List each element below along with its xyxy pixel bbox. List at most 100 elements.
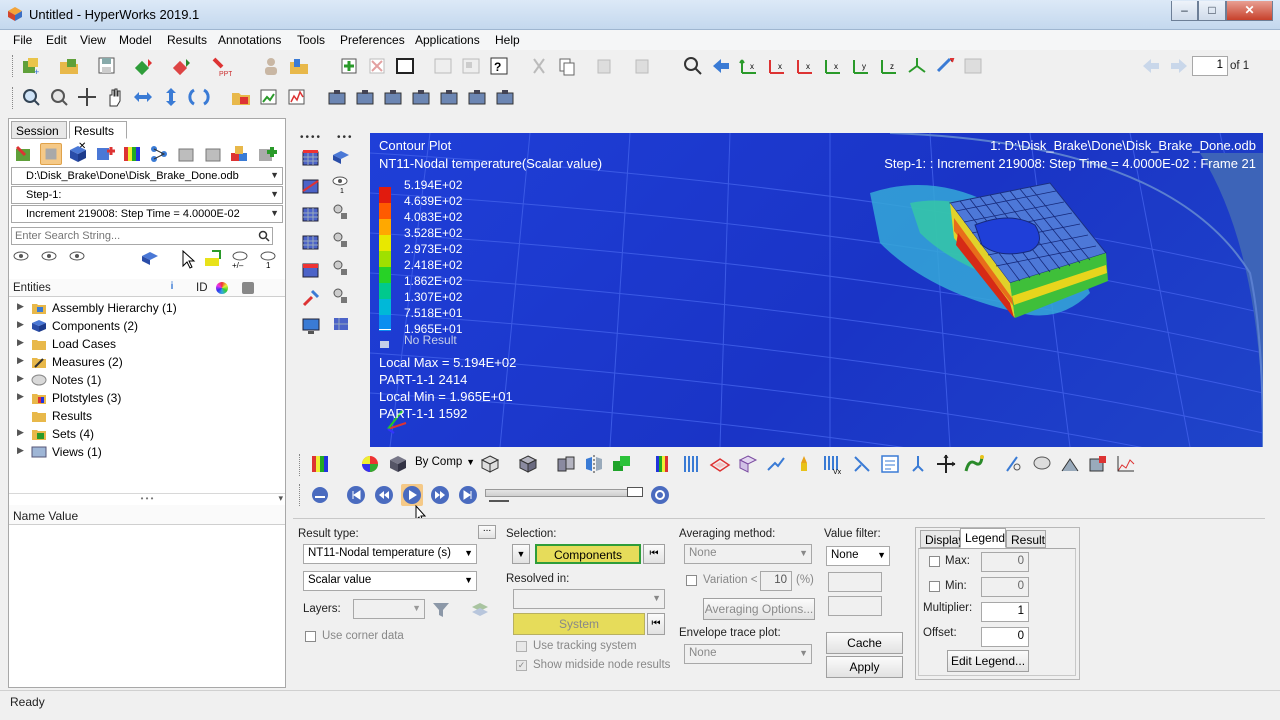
view-xy-bottom-icon[interactable]: x [766,55,788,77]
paste-special-icon[interactable] [632,55,654,77]
find-attached-icon[interactable] [330,201,352,223]
component-select[interactable]: Scalar value ▼ [303,571,477,591]
expand-icon[interactable]: ▶ [17,391,24,402]
tab-legend[interactable]: Legend [960,528,1006,548]
paste-icon[interactable] [594,55,616,77]
menu-file[interactable]: File [13,33,32,47]
variation-input[interactable]: 10 [760,571,792,591]
vector-plot-icon[interactable] [765,453,787,475]
collapse-chevron-icon[interactable]: ▾ [278,493,283,504]
tree-item-plotstyles[interactable]: ▶ Plotstyles (3) [9,389,283,407]
iso-value-icon[interactable]: Vx [821,453,843,475]
zoom-in-icon[interactable] [20,86,42,108]
monitor-icon[interactable] [300,315,322,337]
layers-select[interactable]: ▼ [353,599,425,619]
result-type-select[interactable]: NT11-Nodal temperature (s) ▼ [303,544,477,564]
mesh-block-icon[interactable] [300,147,322,169]
animation-chart-icon[interactable] [1115,453,1137,475]
pan-vertical-icon[interactable] [160,86,182,108]
display-column-icon[interactable] [242,282,254,294]
view-xz-front-icon[interactable]: y [850,55,872,77]
view-yz-left-icon[interactable]: x [794,55,816,77]
export-selection-icon[interactable] [202,248,224,270]
section-view-icon[interactable] [300,259,322,281]
selection-dropdown-button[interactable]: ▼ [512,544,530,564]
expand-icon[interactable]: ▶ [17,301,24,312]
id-column-header[interactable]: ID [196,282,208,294]
menu-results[interactable]: Results [167,33,207,47]
tree-item-sets[interactable]: ▶ Sets (4) [9,425,283,443]
minimize-button[interactable]: – [1171,1,1198,21]
measure-icon[interactable] [935,453,957,475]
apply-button[interactable]: Apply [826,656,903,678]
edit-legend-button[interactable]: Edit Legend... [947,650,1029,672]
colorful-cubes-icon[interactable] [229,143,251,165]
pan-hand-icon[interactable] [104,86,126,108]
component-cube-icon[interactable] [67,143,89,165]
user-icon[interactable] [260,55,282,77]
color-column-icon[interactable] [216,282,228,294]
animation-mode-icon[interactable] [309,484,331,506]
grey-box-icon[interactable] [175,143,197,165]
mesh-cube-icon[interactable] [737,453,759,475]
camera-view-5-icon[interactable] [438,86,460,108]
cut-icon[interactable] [528,55,550,77]
use-corner-data-checkbox[interactable] [305,631,316,642]
expand-icon[interactable]: ▶ [17,373,24,384]
legend-min-checkbox[interactable] [929,581,940,592]
view-xy-top-icon[interactable]: x [738,55,760,77]
wireframe-cube-icon[interactable] [479,453,501,475]
feature-lines-icon[interactable] [555,453,577,475]
previous-view-icon[interactable] [710,55,732,77]
menu-applications[interactable]: Applications [415,33,480,47]
add-green-icon[interactable] [256,143,278,165]
system-reset-icon[interactable]: ⏮ [647,613,665,635]
next-page-icon[interactable] [1168,55,1190,77]
report-icon[interactable] [879,453,901,475]
show-midside-checkbox[interactable]: ✓ [516,660,527,671]
tensor-plot-icon[interactable] [793,453,815,475]
filter-min-input[interactable] [828,572,882,592]
tab-results[interactable]: Results ✕ [69,121,127,152]
query-icon[interactable] [1003,453,1025,475]
plot-icon[interactable] [286,86,308,108]
menu-view[interactable]: View [80,33,106,47]
tab-result[interactable]: Result [1006,530,1046,548]
select-cursor-icon[interactable] [177,248,199,270]
layer-filter-icon[interactable] [430,599,452,621]
search-input[interactable] [12,228,252,244]
entities-header[interactable]: Entities [13,282,51,294]
mirror-icon[interactable] [583,453,605,475]
legend-min-input[interactable]: 0 [981,577,1029,597]
animation-slider-thumb[interactable] [627,487,643,497]
tree-item-views[interactable]: ▶ Views (1) [9,443,283,461]
multiplier-input[interactable]: 1 [981,602,1029,622]
copy-icon[interactable] [556,55,578,77]
color-mode-select[interactable]: By Comp ▼ [411,454,477,474]
new-session-icon[interactable]: + [20,55,42,77]
expand-icon[interactable]: ▶ [17,445,24,456]
expand-icon[interactable]: ▶ [17,337,24,348]
image-capture-icon[interactable] [258,86,280,108]
component-filter-icon[interactable] [139,248,161,270]
value-filter-select[interactable]: None ▼ [826,546,890,566]
search-box[interactable] [11,227,273,245]
camera-view-1-icon[interactable] [326,86,348,108]
tree-item-notes[interactable]: ▶ Notes (1) [9,371,283,389]
cut-plane-icon[interactable] [300,175,322,197]
table-export-icon[interactable] [1087,453,1109,475]
tab-display[interactable]: Display [920,530,964,548]
next-frame-icon[interactable] [429,484,451,506]
skip-to-end-icon[interactable] [457,484,479,506]
menu-tools[interactable]: Tools [297,33,325,47]
toggle-visibility-icon[interactable]: +/– [230,248,252,270]
shaded-cube-icon[interactable] [517,453,539,475]
section-cut-icon[interactable] [851,453,873,475]
synchronize-icon[interactable]: ? [488,55,510,77]
averaging-method-select[interactable]: None ▼ [684,544,812,564]
add-component-icon[interactable] [94,143,116,165]
component-color-icon[interactable] [387,453,409,475]
marker-icon[interactable] [907,453,929,475]
increment-select[interactable]: Increment 219008: Step Time = 4.0000E-02… [11,205,283,223]
previous-frame-icon[interactable] [373,484,395,506]
